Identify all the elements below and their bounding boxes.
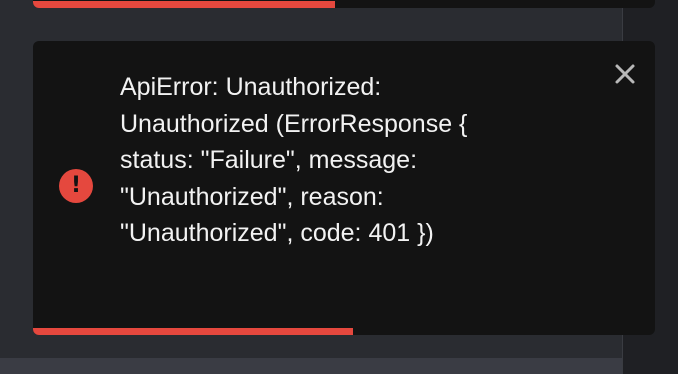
exclamation-glyph: ! xyxy=(70,173,82,198)
close-button[interactable] xyxy=(610,59,640,89)
toast-progress-bar xyxy=(33,328,353,335)
previous-toast-progress-bar xyxy=(33,1,335,8)
error-message-line: "Unauthorized", reason: xyxy=(120,182,384,211)
error-toast[interactable]: ! ApiError: Unauthorized: Unauthorized (… xyxy=(33,41,655,335)
error-icon: ! xyxy=(59,169,93,203)
close-icon xyxy=(615,64,635,84)
error-message-line: "Unauthorized", code: 401 }) xyxy=(120,219,434,248)
previous-toast[interactable] xyxy=(33,0,655,8)
error-message: ApiError: Unauthorized: Unauthorized (Er… xyxy=(120,69,590,252)
error-message-line: status: "Failure", message: xyxy=(120,146,418,175)
error-message-line: Unauthorized (ErrorResponse { xyxy=(120,109,468,138)
error-message-line: ApiError: Unauthorized: xyxy=(120,73,382,101)
background-bottom-strip xyxy=(0,358,622,374)
